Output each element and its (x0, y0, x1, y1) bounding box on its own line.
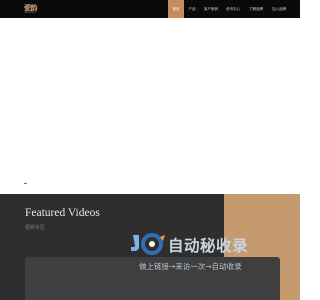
logo[interactable]: 瓷韵 CERAMIC (24, 4, 38, 15)
nav-item-cases[interactable]: 客户案例 (200, 0, 222, 18)
logo-mark: 瓷韵 (24, 3, 38, 12)
section-subtitle: 视频专区 (25, 225, 46, 231)
watermark-logo-icon (131, 233, 165, 255)
slider-indicator[interactable] (24, 183, 27, 184)
logo-subtitle: CERAMIC (24, 11, 36, 14)
hero-banner (0, 18, 300, 192)
watermark-text: 自动秘收录 (168, 237, 249, 255)
watermark-tagline: 做上链接→来访一次→自动收录 (139, 262, 242, 271)
watermark: 自动秘收录 做上链接→来访一次→自动收录 (128, 230, 283, 275)
nav-item-products[interactable]: 产品 (184, 0, 200, 18)
section-title: Featured Videos (25, 207, 100, 219)
nav-item-about-brand[interactable]: 了解品牌 (244, 0, 268, 18)
nav-item-home[interactable]: 首页 (168, 0, 184, 18)
site-header: 瓷韵 CERAMIC 首页 产品 客户案例 资讯中心 了解品牌 加入品牌 (0, 0, 300, 18)
main-nav: 首页 产品 客户案例 资讯中心 了解品牌 加入品牌 (168, 0, 290, 18)
nav-item-news[interactable]: 资讯中心 (222, 0, 244, 18)
nav-item-join-brand[interactable]: 加入品牌 (268, 0, 290, 18)
